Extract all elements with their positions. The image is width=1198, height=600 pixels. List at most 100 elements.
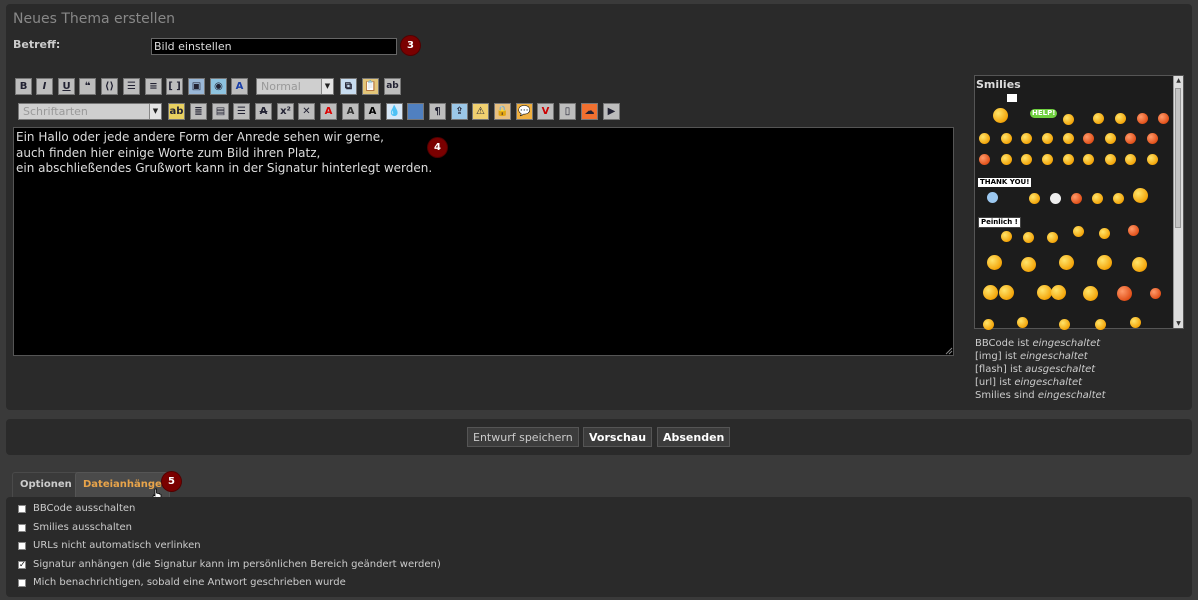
remove-format-icon[interactable]: ✕ [298, 103, 315, 120]
smiley-icon[interactable] [1063, 133, 1074, 144]
scroll-up-icon[interactable]: ▲ [1174, 76, 1183, 85]
smiley-icon[interactable] [1059, 319, 1070, 330]
smiley-icon[interactable] [987, 255, 1002, 270]
scrollbar-thumb[interactable] [1175, 88, 1181, 228]
smiley-icon[interactable] [1051, 285, 1066, 300]
checkbox[interactable] [18, 505, 26, 513]
smiley-icon[interactable] [1133, 188, 1148, 203]
smiley-icon[interactable] [1092, 193, 1103, 204]
smiley-icon[interactable] [1001, 133, 1012, 144]
smiley-icon[interactable] [1021, 257, 1036, 272]
gradient-icon[interactable] [407, 103, 424, 120]
smiley-icon[interactable] [999, 285, 1014, 300]
smiley-icon[interactable] [1099, 228, 1110, 239]
document-icon[interactable]: ▯ [559, 103, 576, 120]
table-icon[interactable]: ▤ [212, 103, 229, 120]
smiley-icon[interactable] [1097, 255, 1112, 270]
checkbox-checked[interactable]: ✓ [18, 561, 26, 569]
smiley-icon[interactable] [1130, 317, 1141, 328]
smiley-icon[interactable] [987, 192, 998, 203]
smiley-icon[interactable] [1071, 193, 1082, 204]
align-center-icon[interactable]: ≣ [190, 103, 207, 120]
smiley-icon[interactable] [1125, 154, 1136, 165]
link-icon[interactable]: ◉ [210, 78, 227, 95]
italic-button[interactable]: I [36, 78, 53, 95]
checkbox[interactable] [18, 524, 26, 532]
smiley-icon[interactable] [983, 319, 994, 330]
smiley-icon[interactable] [1132, 257, 1147, 272]
underline-button[interactable]: U [58, 78, 75, 95]
warning-icon[interactable]: ⚠ [472, 103, 489, 120]
smiley-icon[interactable] [1113, 193, 1124, 204]
subject-input[interactable]: Bild einstellen [151, 38, 397, 55]
spellcheck-button[interactable]: ab [384, 78, 401, 95]
smiley-icon[interactable] [1042, 133, 1053, 144]
resize-grip-icon[interactable] [945, 347, 953, 355]
smiley-icon[interactable] [1095, 319, 1106, 330]
smiley-icon[interactable] [1073, 226, 1084, 237]
smiley-icon[interactable] [983, 285, 998, 300]
lock-icon[interactable]: 🔒 [494, 103, 511, 120]
smiley-icon[interactable] [1017, 317, 1028, 328]
smiley-icon[interactable] [1125, 133, 1136, 144]
soundcloud-icon[interactable]: ☁ [581, 103, 598, 120]
code-icon[interactable]: ⟨⟩ [101, 78, 118, 95]
smiley-flag-icon[interactable] [993, 108, 1008, 123]
preview-button[interactable]: Vorschau [583, 427, 653, 447]
strikethrough-icon[interactable]: A [255, 103, 272, 120]
play-icon[interactable]: ▶ [603, 103, 620, 120]
text-glow-icon[interactable]: A [364, 103, 381, 120]
quote-icon[interactable]: ❝ [79, 78, 96, 95]
smilies-scrollbar[interactable]: ▲ ▼ [1173, 76, 1183, 328]
smiley-icon[interactable] [1001, 154, 1012, 165]
smiley-icon[interactable] [979, 133, 990, 144]
smiley-icon[interactable] [1083, 154, 1094, 165]
smiley-icon[interactable] [1023, 232, 1034, 243]
superscript-icon[interactable]: x² [277, 103, 294, 120]
smiley-icon[interactable] [1137, 113, 1148, 124]
text-shadow-icon[interactable]: A [342, 103, 359, 120]
font-size-select[interactable]: Normal ▼ [256, 78, 334, 95]
bold-button[interactable]: B [15, 78, 32, 95]
align-left-icon[interactable]: ☰ [233, 103, 250, 120]
smiley-icon[interactable] [1147, 154, 1158, 165]
smiley-icon[interactable] [1083, 286, 1098, 301]
smiley-icon[interactable] [1059, 255, 1074, 270]
smiley-icon[interactable] [1105, 133, 1116, 144]
smiley-icon[interactable] [1001, 231, 1012, 242]
smiley-icon[interactable] [979, 154, 990, 165]
save-draft-button[interactable]: Entwurf speichern [467, 427, 579, 447]
smiley-icon[interactable] [1037, 285, 1052, 300]
smiley-icon[interactable] [1063, 114, 1074, 125]
font-color-icon[interactable]: A [231, 78, 248, 95]
checkbox[interactable] [18, 579, 26, 587]
checkbox[interactable] [18, 542, 26, 550]
smiley-icon[interactable] [1029, 193, 1040, 204]
smiley-peinlich-label[interactable]: Peinlich ! [978, 217, 1021, 228]
smiley-icon[interactable] [1042, 154, 1053, 165]
smiley-icon[interactable] [1050, 193, 1061, 204]
scroll-down-icon[interactable]: ▼ [1174, 319, 1183, 328]
submit-button[interactable]: Absenden [657, 427, 731, 447]
text-color-red-icon[interactable]: A [320, 103, 337, 120]
list-icon[interactable]: ☰ [123, 78, 140, 95]
message-textarea[interactable]: Ein Hallo oder jede andere Form der Anre… [13, 127, 954, 356]
smiley-icon[interactable] [1021, 154, 1032, 165]
numbered-list-icon[interactable]: ≡ [145, 78, 162, 95]
smiley-icon[interactable] [1158, 113, 1169, 124]
paste-icon[interactable]: 📋 [362, 78, 379, 95]
image-icon[interactable]: ▣ [188, 78, 205, 95]
highlight-icon[interactable]: ab [168, 103, 185, 120]
smiley-icon[interactable] [1117, 286, 1132, 301]
tab-options[interactable]: Optionen [12, 472, 80, 497]
smiley-icon[interactable] [1147, 133, 1158, 144]
smiley-icon[interactable] [1105, 154, 1116, 165]
smiley-icon[interactable] [1115, 113, 1126, 124]
smiley-icon[interactable] [1047, 232, 1058, 243]
font-family-select[interactable]: Schriftarten ▼ [18, 103, 162, 120]
drop-icon[interactable]: 💧 [386, 103, 403, 120]
smiley-icon[interactable] [1093, 113, 1104, 124]
smiley-icon[interactable] [1150, 288, 1161, 299]
smiley-icon[interactable] [1063, 154, 1074, 165]
smiley-icon[interactable] [1021, 133, 1032, 144]
